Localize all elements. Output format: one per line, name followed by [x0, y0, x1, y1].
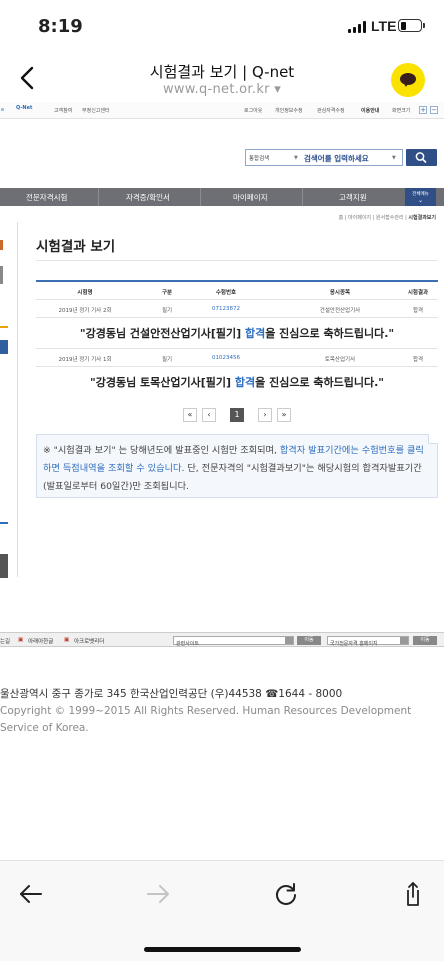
- util-link[interactable]: 개인정보수정: [275, 107, 303, 114]
- chevron-down-icon: ⌄: [417, 197, 424, 204]
- exam-number-link[interactable]: 07123872: [212, 306, 240, 312]
- go-button[interactable]: 이동: [413, 636, 437, 645]
- search-button[interactable]: [406, 149, 437, 166]
- table-row: 2019년 정기 기사 2회 필기 07123872 건설안전산업기사 합격: [36, 300, 438, 318]
- kakao-share-button[interactable]: [391, 63, 425, 97]
- all-menu-button[interactable]: 전체메뉴 ⌄: [405, 188, 436, 206]
- browser-header: 시험결과 보기 | Q-net www.q-net.or.kr ▾: [0, 56, 444, 102]
- chevron-down-icon: ▼: [392, 155, 396, 161]
- first-page-button[interactable]: «: [183, 408, 197, 422]
- pagination: « ‹ 1 › »: [183, 408, 291, 422]
- footer-address: 울산광역시 중구 종가로 345 한국산업인력공단 (우)44538 ☎1644…: [0, 688, 343, 700]
- page-title: 시험결과 보기: [36, 239, 116, 255]
- page-button[interactable]: 1: [230, 408, 244, 422]
- nav-item[interactable]: 마이페이지: [233, 192, 268, 203]
- browser-page-title: 시험결과 보기 | Q-net: [149, 63, 295, 81]
- congrats-message: "강경동님 건설안전산업기사[필기] 합격을 진심으로 축하드립니다.": [36, 318, 438, 349]
- nav-item[interactable]: 고객지원: [339, 192, 367, 203]
- status-bar: 8:19 LTE: [0, 0, 444, 56]
- forward-arrow-icon[interactable]: [145, 881, 171, 907]
- nav-item[interactable]: 전문자격시험: [26, 192, 67, 203]
- viewer-link[interactable]: 아래아한글: [28, 637, 53, 645]
- table-row: 2019년 정기 기사 1회 필기 01023456 토목산업기사 합격: [36, 349, 438, 367]
- util-link[interactable]: 고객참여: [54, 107, 72, 114]
- util-link[interactable]: 화면크기: [392, 107, 410, 114]
- back-arrow-icon[interactable]: [18, 881, 44, 907]
- site-logo[interactable]: Q-Net: [16, 105, 40, 115]
- left-sidebar-edge: [0, 222, 18, 578]
- viewer-link[interactable]: 아크로뱃리더: [74, 637, 104, 645]
- prev-page-button[interactable]: ‹: [202, 408, 216, 422]
- nav-item[interactable]: 자격증/확인서: [126, 192, 170, 203]
- notice-box: ※ "시험결과 보기" 는 당해년도에 발표중인 시험만 조회되며, 합격자 발…: [36, 434, 438, 498]
- related-sites-select[interactable]: 관련사이트: [173, 636, 294, 647]
- network-label: LTE: [371, 18, 397, 34]
- table-header: 시험명 구분 수험번호 응시종목 시험결과: [36, 282, 438, 300]
- util-link[interactable]: 로그아웃: [244, 107, 262, 114]
- edge-mark: e: [1, 107, 5, 113]
- util-link[interactable]: 이용안내: [361, 107, 379, 114]
- professional-sites-select[interactable]: 국가전문자격 홈페이지: [327, 636, 409, 647]
- zoom-in-button[interactable]: +: [419, 106, 427, 114]
- search-input[interactable]: 검색어를 입력하세요: [304, 153, 369, 164]
- search-icon: [415, 152, 427, 163]
- zoom-out-button[interactable]: −: [430, 106, 438, 114]
- search-category[interactable]: 통합검색: [249, 154, 269, 162]
- browser-url[interactable]: www.q-net.or.kr ▾: [0, 82, 444, 97]
- status-time: 8:19: [38, 16, 83, 37]
- chevron-down-icon: ▼: [294, 155, 298, 161]
- breadcrumb: 홈 | 마이페이지 | 원서접수관리 | 시험결과보기: [338, 215, 436, 221]
- share-icon[interactable]: [400, 881, 426, 907]
- document-icon: ▣: [18, 637, 24, 643]
- exam-number-link[interactable]: 01023456: [212, 355, 240, 361]
- next-page-button[interactable]: ›: [258, 408, 272, 422]
- search-bar: 통합검색 ▼ 검색어를 입력하세요 ▼: [245, 149, 403, 166]
- util-link[interactable]: 관심자격수정: [317, 107, 345, 114]
- web-content: e Q-Net 고객참여 부정신고센터 로그아웃 개인정보수정 관심자격수정 이…: [0, 102, 444, 662]
- battery-icon: [398, 19, 422, 32]
- browser-toolbar: [0, 860, 444, 961]
- utility-bar: e Q-Net 고객참여 부정신고센터 로그아웃 개인정보수정 관심자격수정 이…: [0, 102, 444, 119]
- go-button[interactable]: 이동: [297, 636, 321, 645]
- util-link[interactable]: 부정신고센터: [82, 107, 110, 114]
- last-page-button[interactable]: »: [277, 408, 291, 422]
- footer-bar: 는길 ▣ 아래아한글 ▣ 아크로뱃리더 관련사이트 이동 국가전문자격 홈페이지…: [0, 632, 444, 647]
- main-nav: 전문자격시험 자격증/확인서 마이페이지 고객지원 전체메뉴 ⌄: [0, 188, 444, 206]
- signal-icon: [348, 21, 366, 33]
- results-table: 시험명 구분 수험번호 응시종목 시험결과 2019년 정기 기사 2회 필기 …: [36, 280, 438, 398]
- reload-icon[interactable]: [273, 881, 299, 907]
- chevron-down-icon: [285, 637, 293, 644]
- footer-copyright: Copyright © 1999~2015 All Rights Reserve…: [0, 705, 412, 734]
- chevron-down-icon: [400, 637, 408, 644]
- document-icon: ▣: [64, 637, 70, 643]
- congrats-message: "강경동님 토목산업기사[필기] 합격을 진심으로 축하드립니다.": [89, 376, 385, 389]
- divider: [36, 260, 438, 261]
- home-indicator: [144, 947, 301, 952]
